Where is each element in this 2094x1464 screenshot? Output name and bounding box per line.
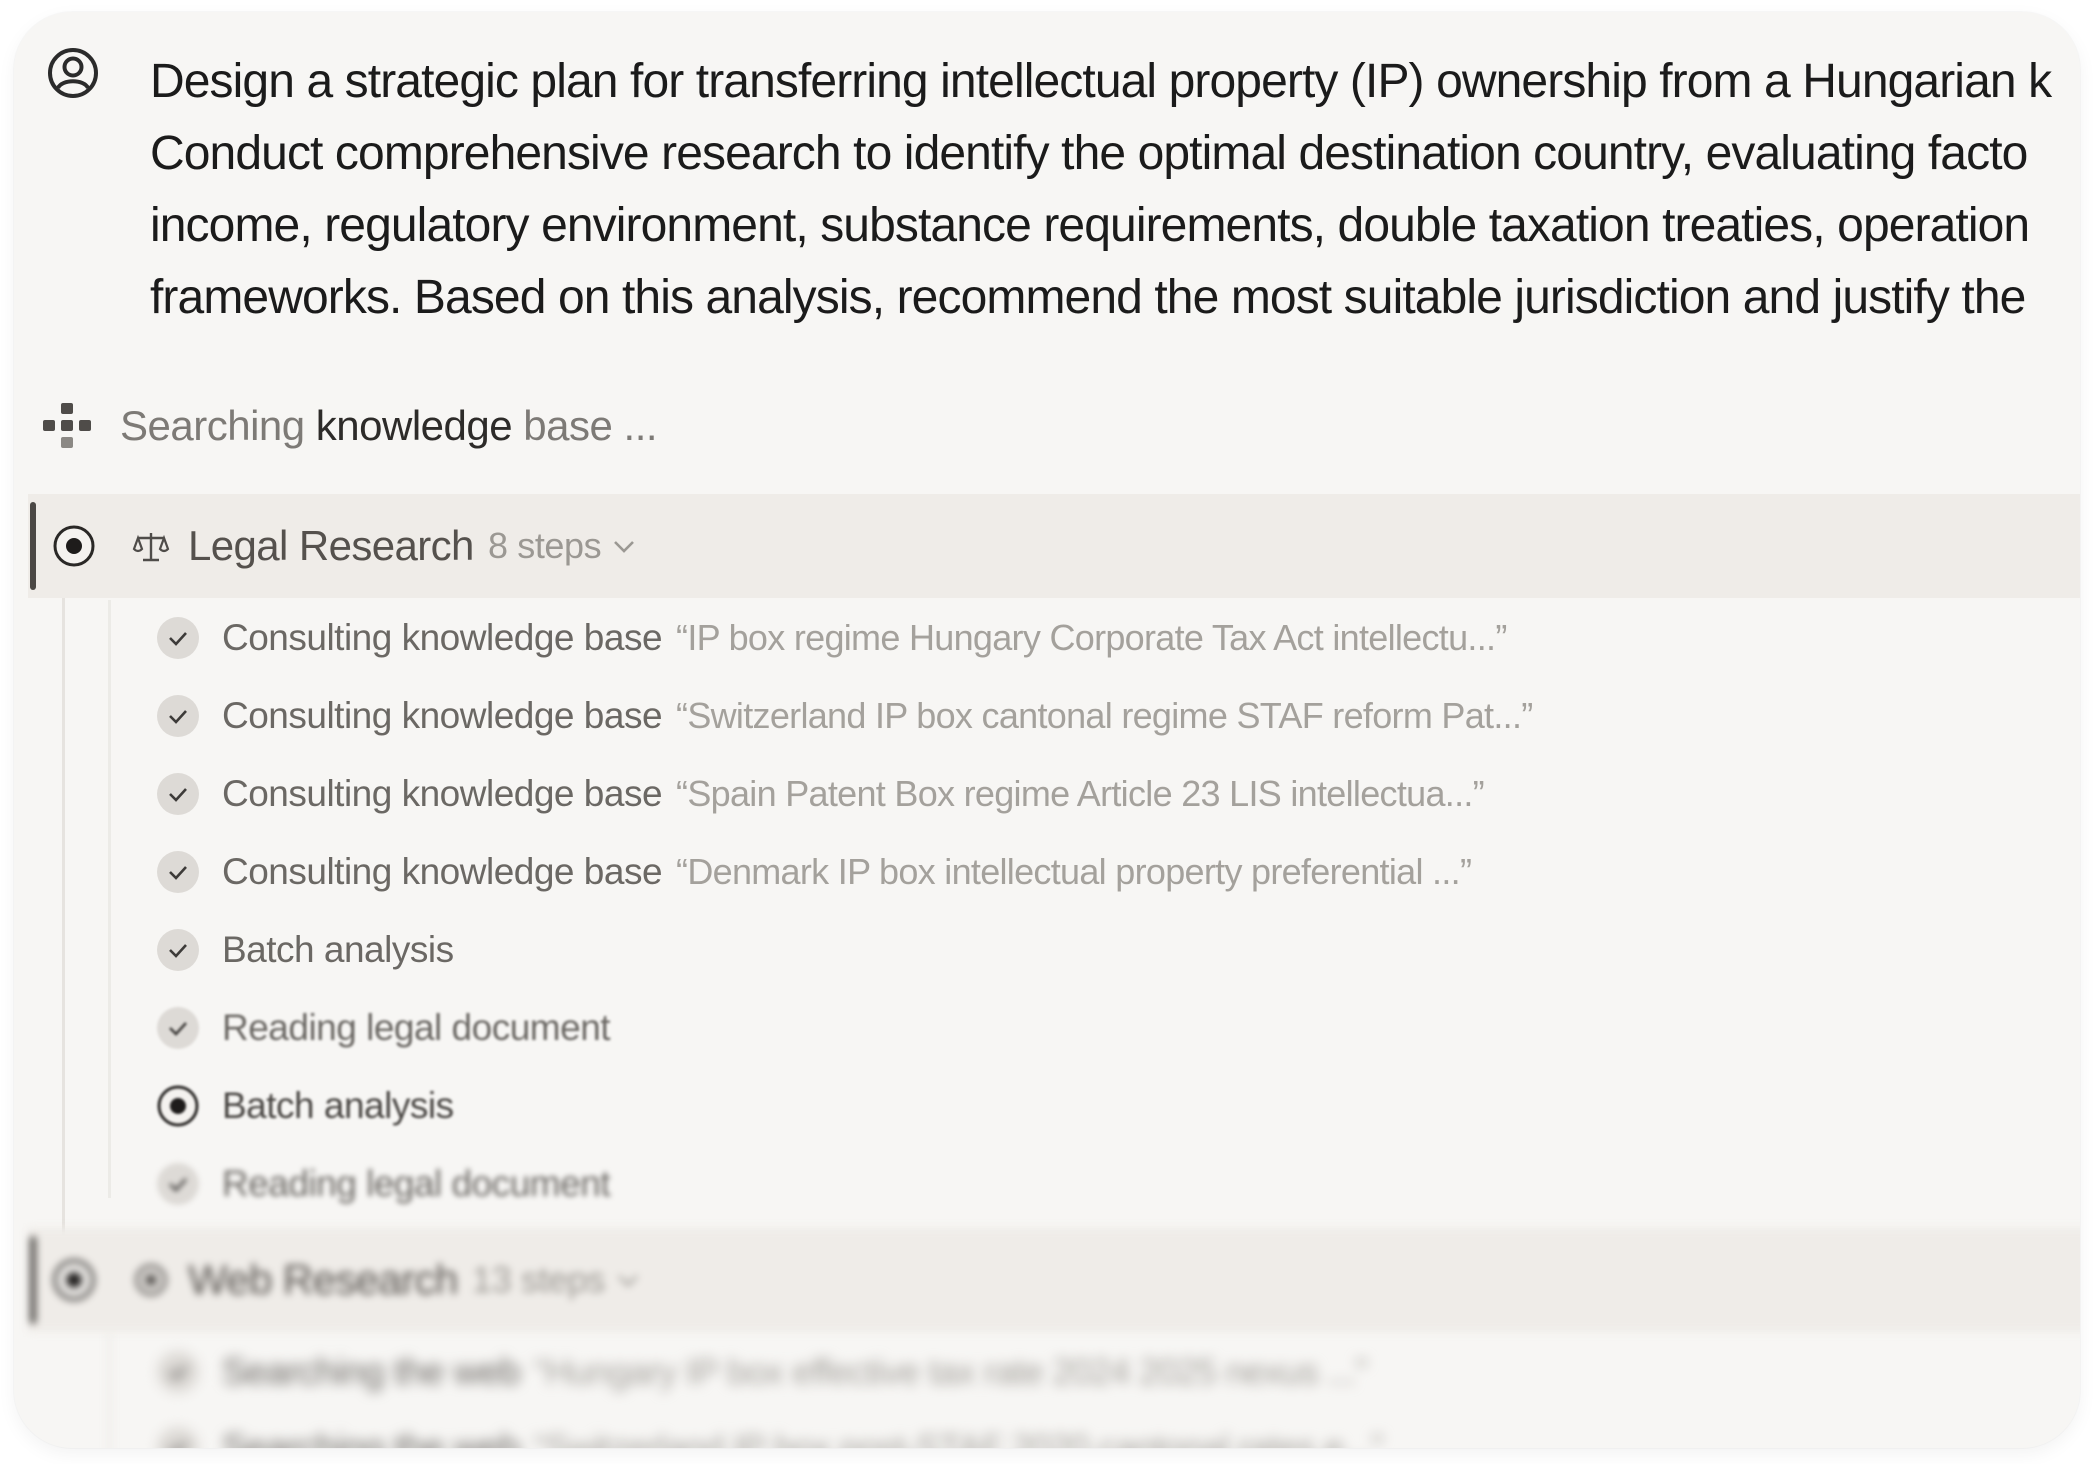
prompt-line: Conduct comprehensive research to identi…: [150, 127, 2028, 180]
step-item[interactable]: Reading legal document: [156, 998, 611, 1058]
group-steps-toggle[interactable]: 13 steps: [472, 1259, 643, 1301]
group-title: Web Research: [188, 1256, 458, 1303]
user-avatar-icon: [48, 48, 98, 98]
step-label: Reading legal document: [222, 1007, 611, 1048]
check-circle-icon: [157, 1351, 199, 1393]
step-item[interactable]: Batch analysis: [156, 920, 454, 980]
step-query: “Switzerland IP box post-STAF 2020 canto…: [533, 1427, 1383, 1448]
active-indicator: [30, 502, 36, 590]
group-title: Legal Research: [188, 522, 474, 569]
step-label: Searching the web: [222, 1351, 520, 1392]
check-circle-icon: [157, 695, 199, 737]
check-circle-icon: [157, 1427, 199, 1448]
step-query: “IP box regime Hungary Corporate Tax Act…: [676, 617, 1507, 658]
step-label: Consulting knowledge base: [222, 851, 663, 892]
step-label: Reading legal document: [222, 1163, 611, 1204]
search-status: Searching knowledge base ...: [40, 388, 658, 464]
grid-dots-icon: [43, 403, 91, 448]
check-circle-icon: [157, 1007, 199, 1049]
check-circle-icon: [157, 929, 199, 971]
group-header-web-research[interactable]: Web Research 13 steps: [28, 1228, 2080, 1332]
step-count: 13 steps: [472, 1259, 605, 1300]
check-circle-icon: [157, 773, 199, 815]
group-steps-toggle[interactable]: 8 steps: [488, 525, 639, 567]
step-label: Consulting knowledge base: [222, 773, 663, 814]
in-progress-radio-icon: [53, 1259, 95, 1301]
active-indicator: [30, 1236, 36, 1324]
step-label: Searching the web: [222, 1427, 520, 1448]
in-progress-radio-icon: [157, 1085, 199, 1127]
step-item[interactable]: Consulting knowledge base “Spain Patent …: [156, 764, 1485, 824]
prompt-line: income, regulatory environment, substanc…: [150, 199, 2030, 252]
chevron-down-icon: [617, 1275, 638, 1287]
prompt-line: Design a strategic plan for transferring…: [150, 55, 2052, 108]
status-prefix: Searching: [120, 402, 305, 449]
globe-icon: [135, 1264, 167, 1296]
step-query: “Spain Patent Box regime Article 23 LIS …: [676, 773, 1485, 814]
status-suffix: base: [523, 402, 613, 449]
step-count: 8 steps: [488, 525, 602, 566]
step-query: “Switzerland IP box cantonal regime STAF…: [676, 695, 1533, 736]
step-label: Batch analysis: [222, 1085, 454, 1126]
step-item[interactable]: Reading legal document: [156, 1154, 611, 1214]
step-label: Consulting knowledge base: [222, 695, 663, 736]
check-circle-icon: [157, 617, 199, 659]
step-item-active[interactable]: Batch analysis: [156, 1076, 454, 1136]
check-circle-icon: [157, 1163, 199, 1205]
chevron-down-icon: [614, 541, 635, 553]
user-prompt: Design a strategic plan for transferring…: [150, 46, 2080, 334]
step-label: Consulting knowledge base: [222, 617, 663, 658]
step-item[interactable]: Consulting knowledge base “IP box regime…: [156, 608, 1507, 668]
in-progress-radio-icon: [53, 525, 95, 567]
step-rail: [108, 1332, 111, 1448]
scale-icon: [132, 533, 170, 562]
step-query: “Hungary IP box effective tax rate 2024 …: [533, 1351, 1367, 1392]
step-rail: [108, 600, 111, 1198]
step-query: “Denmark IP box intellectual property pr…: [676, 851, 1472, 892]
step-item[interactable]: Consulting knowledge base “Switzerland I…: [156, 686, 1533, 746]
step-label: Batch analysis: [222, 929, 454, 970]
chat-panel: Design a strategic plan for transferring…: [14, 12, 2080, 1448]
prompt-line: frameworks. Based on this analysis, reco…: [150, 271, 2026, 324]
search-status-text: Searching knowledge base ...: [120, 402, 658, 450]
step-item[interactable]: Consulting knowledge base “Denmark IP bo…: [156, 842, 1472, 902]
step-item[interactable]: Searching the web “Switzerland IP box po…: [156, 1418, 1383, 1448]
status-emphasis: knowledge: [315, 402, 513, 449]
timeline-rail: [62, 582, 65, 1262]
status-ellipsis: ...: [623, 402, 658, 449]
step-item[interactable]: Searching the web “Hungary IP box effect…: [156, 1342, 1367, 1402]
check-circle-icon: [157, 851, 199, 893]
group-header-legal-research[interactable]: Legal Research 8 steps: [28, 494, 2080, 598]
